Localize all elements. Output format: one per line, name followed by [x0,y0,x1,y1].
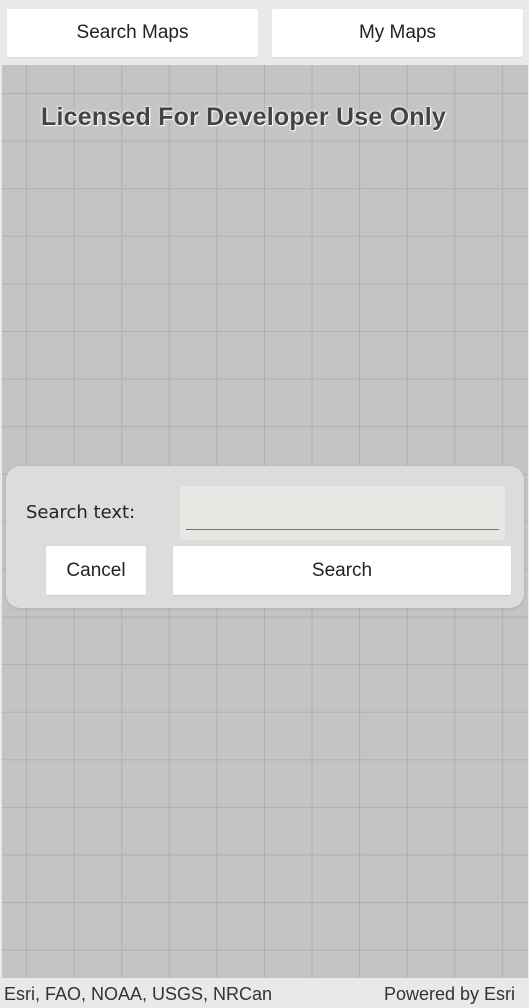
cancel-button[interactable]: Cancel [46,546,146,595]
search-maps-button[interactable]: Search Maps [7,9,258,57]
search-text-label: Search text: [26,502,136,523]
my-maps-button[interactable]: My Maps [272,9,523,57]
attribution-sources[interactable]: Esri, FAO, NOAA, USGS, NRCan [4,984,272,1005]
map-attribution-bar: Esri, FAO, NOAA, USGS, NRCan Powered by … [0,978,529,1008]
search-text-input[interactable] [186,505,499,530]
top-toolbar: Search Maps My Maps [0,0,529,65]
search-field-container [180,486,505,540]
search-dialog: Search text: Cancel Search [6,466,524,608]
powered-by-esri: Powered by Esri [383,984,515,1004]
license-watermark: Licensed For Developer Use Only [41,103,446,131]
search-button[interactable]: Search [173,546,511,595]
